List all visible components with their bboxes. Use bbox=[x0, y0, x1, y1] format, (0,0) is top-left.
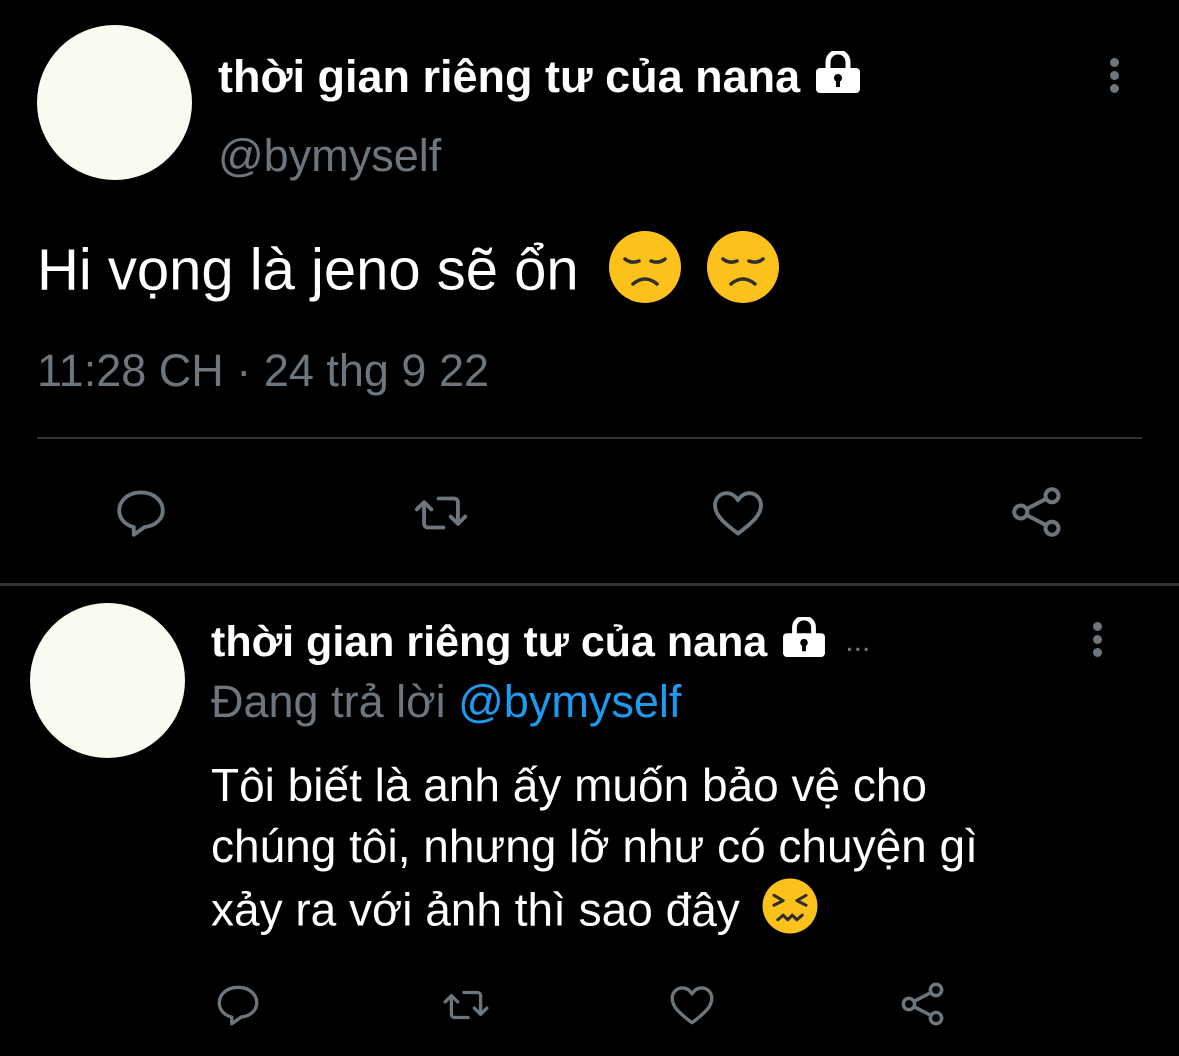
share-icon bbox=[901, 982, 944, 1026]
timestamp-separator: · bbox=[236, 345, 252, 396]
display-name-text: thời gian riêng tư của nana bbox=[211, 617, 768, 666]
display-name[interactable]: thời gian riêng tư của nana ... bbox=[211, 615, 870, 669]
tweet-separator bbox=[0, 583, 1179, 586]
reply-button[interactable] bbox=[112, 484, 170, 542]
more-options-icon[interactable] bbox=[1108, 58, 1120, 93]
share-button[interactable] bbox=[1006, 482, 1068, 542]
tweet-text-line: chúng tôi, nhưng lỡ như có chuyện gì bbox=[211, 820, 978, 872]
tweet-text-content: xảy ra với ảnh thì sao đây bbox=[211, 883, 740, 936]
avatar[interactable] bbox=[30, 603, 185, 758]
tweet-text-content: Hi vọng là jeno sẽ ổn bbox=[37, 237, 579, 303]
share-button[interactable] bbox=[897, 978, 949, 1030]
retweet-button[interactable] bbox=[412, 484, 470, 542]
tweet-timestamp[interactable]: 11:28 CH · 24 thg 9 22 bbox=[37, 345, 489, 397]
replying-label: Đang trả lời bbox=[211, 676, 446, 727]
name-truncation: ... bbox=[845, 625, 871, 658]
tweet-time: 11:28 CH bbox=[37, 345, 224, 396]
display-name-text: thời gian riêng tư của nana bbox=[218, 51, 801, 102]
tweet-date: 24 thg 9 22 bbox=[263, 345, 490, 396]
lock-icon bbox=[814, 49, 862, 104]
tweet-text-line: Tôi biết là anh ấy muốn bảo vệ cho bbox=[211, 759, 928, 811]
confounded-face-icon bbox=[761, 877, 819, 950]
replying-to: Đang trả lời @bymyself bbox=[211, 676, 681, 728]
like-button[interactable] bbox=[708, 484, 768, 542]
replying-handle-link[interactable]: @bymyself bbox=[458, 676, 681, 727]
avatar[interactable] bbox=[37, 25, 192, 180]
display-name[interactable]: thời gian riêng tư của nana bbox=[218, 49, 862, 104]
retweet-icon bbox=[414, 496, 468, 530]
like-icon bbox=[713, 491, 763, 536]
reply-icon bbox=[217, 985, 259, 1026]
share-icon bbox=[1012, 487, 1061, 537]
tweet-text: Tôi biết là anh ấy muốn bảo vệ cho chúng… bbox=[211, 755, 978, 950]
disappointed-face-icon bbox=[607, 229, 683, 319]
reply-icon bbox=[117, 490, 165, 537]
disappointed-face-icon bbox=[705, 229, 781, 319]
user-handle[interactable]: @bymyself bbox=[218, 130, 441, 182]
reply-button[interactable] bbox=[213, 980, 263, 1030]
tweet-text: Hi vọng là jeno sẽ ổn bbox=[37, 229, 781, 319]
more-options-icon[interactable] bbox=[1091, 622, 1103, 657]
retweet-button[interactable] bbox=[440, 980, 492, 1030]
like-button[interactable] bbox=[666, 980, 718, 1030]
tweet-text-line: xảy ra với ảnh thì sao đây bbox=[211, 877, 978, 950]
divider bbox=[37, 437, 1142, 439]
like-icon bbox=[670, 986, 714, 1025]
retweet-icon bbox=[443, 990, 489, 1020]
lock-icon bbox=[781, 615, 827, 668]
